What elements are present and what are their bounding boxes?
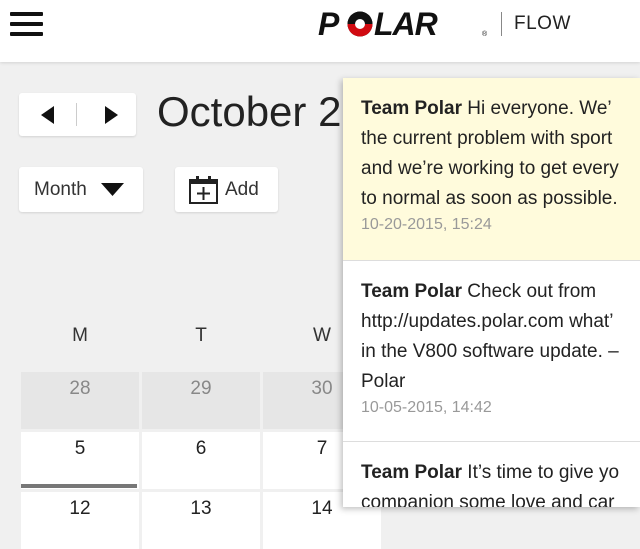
notification-text: http://updates.polar.com what’	[361, 311, 614, 332]
menu-icon[interactable]	[10, 10, 44, 38]
calendar-day[interactable]: 28	[21, 372, 139, 429]
calendar-add-icon	[189, 176, 218, 204]
notification-item[interactable]: Team Polar It’s time to give yo companio…	[343, 442, 640, 507]
month-title: October 2	[157, 88, 342, 135]
date-nav	[19, 93, 136, 136]
svg-text:®: ®	[482, 30, 488, 38]
notifications-panel: Team Polar Hi everyone. We’ the current …	[343, 78, 640, 507]
notification-text: Polar	[361, 371, 406, 392]
polar-logo[interactable]: P LAR ®	[318, 6, 493, 42]
calendar-day[interactable]: 12	[21, 492, 139, 549]
notification-text: Hi everyone. We’	[462, 98, 612, 119]
notification-text: It’s time to give yo	[462, 462, 620, 483]
weekday-label: T	[195, 325, 207, 346]
chevron-right-icon	[105, 106, 118, 124]
notification-text: companion some love and car	[361, 492, 615, 507]
calendar-day[interactable]: 5	[21, 432, 139, 489]
notification-message: Team Polar Check out from http://updates…	[361, 277, 640, 397]
notification-message: Team Polar Hi everyone. We’ the current …	[361, 94, 640, 214]
notification-text: in the V800 software update. –	[361, 341, 619, 362]
notification-item[interactable]: Team Polar Hi everyone. We’ the current …	[343, 78, 640, 260]
add-button[interactable]: Add	[175, 167, 278, 212]
notification-timestamp: 10-20-2015, 15:24	[361, 216, 492, 233]
notification-sender: Team Polar	[361, 281, 463, 302]
notification-message: Team Polar It’s time to give yo companio…	[361, 458, 640, 507]
logo-divider	[501, 12, 502, 36]
notification-text: and we’re working to get every	[361, 158, 619, 179]
notification-sender: Team Polar	[361, 462, 463, 483]
calendar-day[interactable]: 13	[142, 492, 260, 549]
weekday-label: M	[72, 325, 88, 346]
notification-sender: Team Polar	[361, 98, 463, 119]
calendar-day[interactable]: 6	[142, 432, 260, 489]
calendar-day[interactable]: 29	[142, 372, 260, 429]
notification-text: the current problem with sport	[361, 128, 613, 149]
app-header: P LAR ® FLOW	[0, 0, 640, 62]
caret-down-icon	[101, 183, 124, 196]
chevron-left-icon	[41, 106, 54, 124]
svg-text:LAR: LAR	[374, 9, 438, 39]
product-name: FLOW	[514, 13, 571, 34]
prev-month-button[interactable]	[19, 93, 76, 136]
svg-text:P: P	[318, 9, 340, 39]
notification-text: to normal as soon as possible.	[361, 188, 618, 209]
today-indicator	[21, 484, 137, 488]
add-button-label: Add	[225, 179, 259, 200]
view-select-value: Month	[34, 179, 87, 200]
view-select[interactable]: Month	[19, 167, 143, 212]
notification-item[interactable]: Team Polar Check out from http://updates…	[343, 261, 640, 441]
notification-text: Check out from	[462, 281, 597, 302]
notification-timestamp: 10-05-2015, 14:42	[361, 399, 492, 416]
next-month-button[interactable]	[77, 93, 136, 136]
